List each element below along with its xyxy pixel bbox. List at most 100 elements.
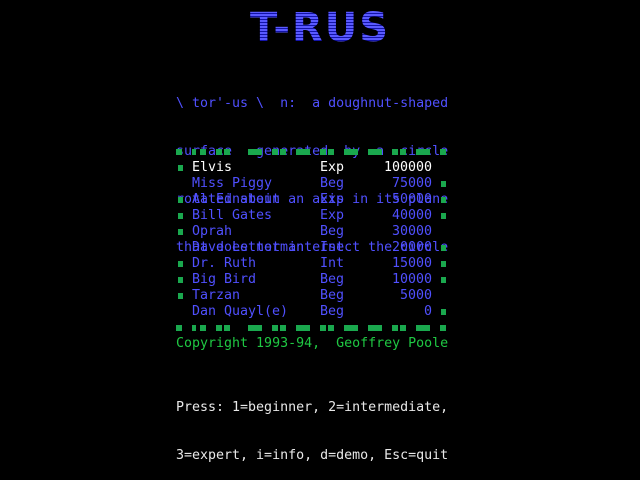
bottom-divider	[176, 324, 448, 332]
divider-dot	[392, 149, 398, 155]
definition-line: \ tor'-us \ n: a doughnut-shaped	[176, 96, 449, 111]
top-divider-dots	[176, 149, 446, 155]
divider-dot	[416, 325, 430, 331]
high-score-table: Elvis Exp 100000 Miss Piggy Beg 75000 Al Einst…	[176, 160, 448, 320]
player-level: Exp	[320, 208, 345, 223]
player-score: 100000	[383, 160, 432, 175]
score-row: Dave Letterman Int 20000	[176, 240, 448, 256]
player-score: 20000	[391, 240, 432, 255]
divider-dot	[440, 325, 446, 331]
player-name: Tarzan	[192, 288, 241, 303]
row-marker-right	[441, 213, 446, 219]
divider-dot	[280, 149, 286, 155]
key-help-line: 3=expert, i=info, d=demo, Esc=quit	[176, 448, 449, 463]
divider-dot	[272, 325, 278, 331]
divider-dot	[176, 149, 182, 155]
score-row: Miss Piggy Beg 75000	[176, 176, 448, 192]
player-level: Beg	[320, 288, 345, 303]
copyright-notice: Copyright 1993-94, Geoffrey Poole	[176, 336, 449, 351]
divider-dot	[368, 149, 382, 155]
row-marker-right	[441, 245, 446, 251]
divider-dot	[368, 325, 382, 331]
divider-dot	[216, 149, 222, 155]
key-help: Press: 1=beginner, 2=intermediate, 3=exp…	[176, 368, 448, 480]
player-score: 10000	[391, 272, 432, 287]
player-name: Dave Letterman	[192, 240, 305, 255]
player-level: Exp	[320, 160, 345, 175]
row-marker-left	[178, 277, 183, 283]
row-marker-left	[178, 197, 183, 203]
row-marker-left	[178, 213, 183, 219]
divider-dot	[200, 325, 206, 331]
player-score: 75000	[391, 176, 432, 191]
player-score: 5000	[399, 288, 432, 303]
divider-dot	[192, 149, 196, 155]
logo-title: T-RUS	[240, 8, 400, 48]
player-name: Dr. Ruth	[192, 256, 257, 271]
row-marker-right	[441, 197, 446, 203]
score-row: Oprah Beg 30000	[176, 224, 448, 240]
divider-dot	[416, 149, 430, 155]
player-score: 50000	[391, 192, 432, 207]
divider-dot	[224, 149, 230, 155]
row-marker-left	[178, 165, 183, 171]
player-level: Exp	[320, 192, 345, 207]
divider-dot	[344, 325, 358, 331]
player-name: Al Einstein	[192, 192, 281, 207]
divider-dot	[248, 325, 262, 331]
divider-dot	[192, 325, 196, 331]
divider-dot	[440, 149, 446, 155]
game-logo: T-RUS	[240, 8, 400, 48]
score-row: Dan Quayl(e) Beg 0	[176, 304, 448, 320]
player-name: Bill Gates	[192, 208, 273, 223]
score-row: Dr. Ruth Int 15000	[176, 256, 448, 272]
divider-dot	[320, 149, 326, 155]
divider-dot	[400, 149, 406, 155]
bottom-divider-dots	[176, 325, 446, 331]
player-level: Beg	[320, 272, 345, 287]
player-name: Miss Piggy	[192, 176, 273, 191]
score-row: Al Einstein Exp 50000	[176, 192, 448, 208]
score-row: Big Bird Beg 10000	[176, 272, 448, 288]
player-score: 15000	[391, 256, 432, 271]
top-divider	[176, 148, 448, 156]
row-marker-right	[441, 261, 446, 267]
divider-dot	[400, 325, 406, 331]
divider-dot	[392, 325, 398, 331]
row-marker-right	[441, 181, 446, 187]
row-marker-right	[441, 277, 446, 283]
player-level: Beg	[320, 224, 345, 239]
key-help-line: Press: 1=beginner, 2=intermediate,	[176, 400, 449, 415]
divider-dot	[344, 149, 358, 155]
divider-dot	[272, 149, 278, 155]
divider-dot	[296, 149, 310, 155]
player-name: Big Bird	[192, 272, 257, 287]
divider-dot	[320, 325, 326, 331]
row-marker-left	[178, 229, 183, 235]
player-level: Int	[320, 240, 345, 255]
divider-dot	[248, 149, 262, 155]
score-row: Elvis Exp 100000	[176, 160, 448, 176]
player-level: Beg	[320, 176, 345, 191]
player-level: Int	[320, 256, 345, 271]
divider-dot	[216, 325, 222, 331]
divider-dot	[280, 325, 286, 331]
player-score: 30000	[391, 224, 432, 239]
row-marker-left	[178, 293, 183, 299]
player-name: Dan Quayl(e)	[192, 304, 289, 319]
player-level: Beg	[320, 304, 345, 319]
player-name: Elvis	[192, 160, 233, 175]
divider-dot	[176, 325, 182, 331]
divider-dot	[328, 325, 334, 331]
divider-dot	[224, 325, 230, 331]
divider-dot	[296, 325, 310, 331]
row-marker-left	[178, 261, 183, 267]
score-row: Bill Gates Exp 40000	[176, 208, 448, 224]
row-marker-right	[441, 309, 446, 315]
score-row: Tarzan Beg 5000	[176, 288, 448, 304]
player-score: 40000	[391, 208, 432, 223]
player-name: Oprah	[192, 224, 233, 239]
divider-dot	[328, 149, 334, 155]
player-score: 0	[423, 304, 432, 319]
divider-dot	[200, 149, 206, 155]
